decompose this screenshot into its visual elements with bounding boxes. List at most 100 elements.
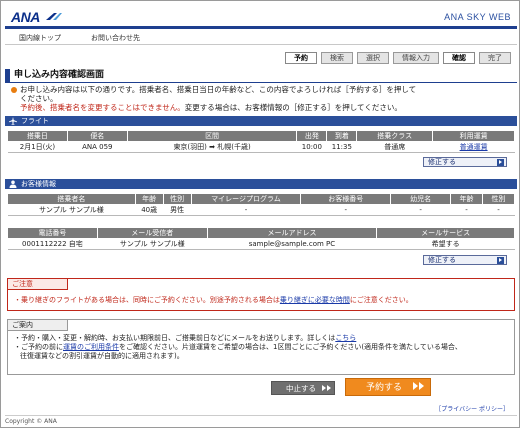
- intro-warning: 予約後、搭乗者名を変更することはできません。: [20, 103, 185, 112]
- passenger-customer-no: -: [300, 204, 391, 216]
- guide-line3: 往復運賃などの割引運賃が自動的に適用されます)。: [20, 352, 184, 360]
- submit-label: 予約する: [366, 383, 403, 393]
- th-phone: 電話番号: [7, 227, 98, 239]
- cancel-label: 中止する: [286, 384, 316, 393]
- step-input: 情報入力: [393, 51, 439, 64]
- brand-name: ANA SKY WEB: [444, 12, 511, 22]
- airplane-icon: [9, 117, 17, 125]
- flight-row: 2月1日(火) ANA 059 東京(羽田) ➡ 札幌(千歳) 10:00 11…: [7, 141, 515, 153]
- flight-date: 2月1日(火): [7, 141, 68, 153]
- mail-info-link[interactable]: こちら: [335, 334, 356, 342]
- guide-line1: ・予約・購入・変更・解約時、お支払い期限前日、ご搭乗前日などにメールをお送りしま…: [14, 334, 336, 342]
- th-infant-sex: 性別: [481, 193, 516, 205]
- contact-address: sample@sample.com PC: [207, 238, 377, 250]
- step-complete: 完了: [479, 51, 511, 64]
- arrow-right-icon: [497, 257, 504, 264]
- th-infant-age: 年齢: [450, 193, 483, 205]
- th-route: 区間: [126, 130, 298, 142]
- th-mileage: マイレージプログラム: [190, 193, 302, 205]
- customer-section-title: お客様情報: [21, 180, 56, 188]
- contact-header-row: 電話番号 メール受信者 メールアドレス メールサービス: [7, 227, 515, 239]
- passenger-age: 40歳: [135, 204, 164, 216]
- flight-depart: 10:00: [296, 141, 327, 153]
- nav-domestic-top[interactable]: 国内線トップ: [19, 33, 61, 43]
- guide-line2-after: をご確認ください。片道運賃をご希望の場合は、1区間ごとにご予約ください(適用条件…: [119, 343, 462, 351]
- ana-logo[interactable]: ANA: [11, 9, 40, 25]
- top-nav: 国内線トップ お問い合わせ先: [5, 31, 517, 45]
- transfer-time-link[interactable]: 乗り継ぎに必要な時間: [280, 296, 350, 304]
- intro-line2: ください。: [20, 94, 58, 103]
- fare-conditions-link[interactable]: 運賃のご利用条件: [63, 343, 119, 351]
- notice-box: ご注意 ・乗り継ぎのフライトがある場合は、同時にご予約ください。別途予約される場…: [7, 278, 515, 311]
- step-select: 選択: [357, 51, 389, 64]
- th-sex: 性別: [162, 193, 192, 205]
- customer-fix-label: 修正する: [428, 256, 456, 264]
- double-arrow-icon: [322, 385, 332, 391]
- intro-text: お申し込み内容は以下の通りです。搭乗者名、搭乗日当日の年齢など、この内容でよろし…: [11, 85, 511, 112]
- flight-arrive: 11:35: [326, 141, 357, 153]
- contact-service: 希望する: [376, 238, 515, 250]
- th-mail-service: メールサービス: [376, 227, 515, 239]
- intro-line1: お申し込み内容は以下の通りです。搭乗者名、搭乗日当日の年齢など、この内容でよろし…: [20, 85, 417, 94]
- step-confirm: 確認: [443, 51, 475, 64]
- th-arrive: 到着: [326, 130, 358, 142]
- site-header: ANA ANA SKY WEB: [5, 5, 517, 29]
- notice-title: ご注意: [8, 279, 68, 290]
- double-arrow-icon: [412, 382, 424, 390]
- progress-steps: 予約 検索 選択 情報入力 確認 完了: [285, 51, 511, 64]
- contact-table: 電話番号 メール受信者 メールアドレス メールサービス 0001112222 自…: [7, 227, 515, 250]
- infant-name: -: [390, 204, 451, 216]
- page-frame: ANA ANA SKY WEB 国内線トップ お問い合わせ先 予約 検索 選択 …: [0, 0, 520, 428]
- flight-section-bar: フライト: [5, 116, 517, 126]
- passenger-name: サンプル サンプル様: [7, 204, 136, 216]
- passenger-mileage: -: [191, 204, 301, 216]
- privacy-policy-link[interactable]: ［プライバシー ポリシー］: [435, 404, 509, 413]
- page-title-bar: 申し込み内容確認画面: [5, 69, 517, 83]
- th-age: 年齢: [134, 193, 164, 205]
- th-customer-no: お客様番号: [300, 193, 392, 205]
- passenger-table: 搭乗者名 年齢 性別 マイレージプログラム お客様番号 幼児名 年齢 性別 サン…: [7, 193, 516, 216]
- infant-age: -: [450, 204, 483, 216]
- flight-route: 東京(羽田) ➡ 札幌(千歳): [127, 141, 297, 153]
- infant-sex: -: [482, 204, 515, 216]
- th-mail-recipient: メール受信者: [96, 227, 208, 239]
- flight-fix-label: 修正する: [428, 158, 456, 166]
- notice-text-after: にご注意ください。: [349, 296, 413, 304]
- guide-box: ご案内 ・予約・購入・変更・解約時、お支払い期限前日、ご搭乗前日などにメールをお…: [7, 319, 515, 375]
- th-class: 搭乗クラス: [356, 130, 434, 142]
- arrow-right-icon: [497, 159, 504, 166]
- passenger-row: サンプル サンプル様 40歳 男性 - - - - -: [7, 204, 515, 216]
- step-reserve: 予約: [285, 51, 317, 64]
- flight-section-title: フライト: [21, 117, 49, 125]
- th-depart: 出発: [296, 130, 328, 142]
- contact-phone: 0001112222 自宅: [7, 238, 98, 250]
- th-date: 搭乗日: [7, 130, 68, 142]
- flight-class: 普通席: [356, 141, 433, 153]
- info-bullet-icon: [11, 87, 17, 93]
- th-mail-address: メールアドレス: [206, 227, 378, 239]
- passenger-sex: 男性: [163, 204, 192, 216]
- logo-swoosh-icon: [46, 13, 62, 20]
- guide-body: ・予約・購入・変更・解約時、お支払い期限前日、ご搭乗前日などにメールをお送りしま…: [14, 334, 508, 361]
- fare-link[interactable]: 普通運賃: [432, 141, 515, 153]
- notice-text-before: ・乗り継ぎのフライトがある場合は、同時にご予約ください。別途予約される場合は: [14, 296, 280, 304]
- guide-title: ご案内: [8, 320, 68, 331]
- flight-table: 搭乗日 便名 区間 出発 到着 搭乗クラス 利用運賃 2月1日(火) ANA 0…: [7, 130, 515, 153]
- intro-warning-rest: 変更する場合は、お客様情報の［修正する］を押してください。: [184, 103, 402, 112]
- flight-fix-button[interactable]: 修正する: [423, 157, 507, 167]
- contact-row: 0001112222 自宅 サンプル サンプル様 sample@sample.c…: [7, 238, 515, 250]
- footer-copyright: Copyright © ANA: [5, 415, 517, 425]
- th-infant-name: 幼児名: [390, 193, 452, 205]
- cancel-button[interactable]: 中止する: [271, 381, 335, 395]
- nav-contact[interactable]: お問い合わせ先: [91, 33, 140, 43]
- notice-text: ・乗り継ぎのフライトがある場合は、同時にご予約ください。別途予約される場合は乗り…: [14, 295, 413, 305]
- customer-fix-button[interactable]: 修正する: [423, 255, 507, 265]
- passenger-header-row: 搭乗者名 年齢 性別 マイレージプログラム お客様番号 幼児名 年齢 性別: [7, 193, 516, 205]
- th-flight: 便名: [66, 130, 128, 142]
- person-icon: [9, 180, 17, 188]
- step-search: 検索: [321, 51, 353, 64]
- contact-recipient: サンプル サンプル様: [97, 238, 208, 250]
- page-title: 申し込み内容確認画面: [14, 70, 105, 80]
- flight-header-row: 搭乗日 便名 区間 出発 到着 搭乗クラス 利用運賃: [7, 130, 515, 142]
- submit-reserve-button[interactable]: 予約する: [345, 378, 431, 396]
